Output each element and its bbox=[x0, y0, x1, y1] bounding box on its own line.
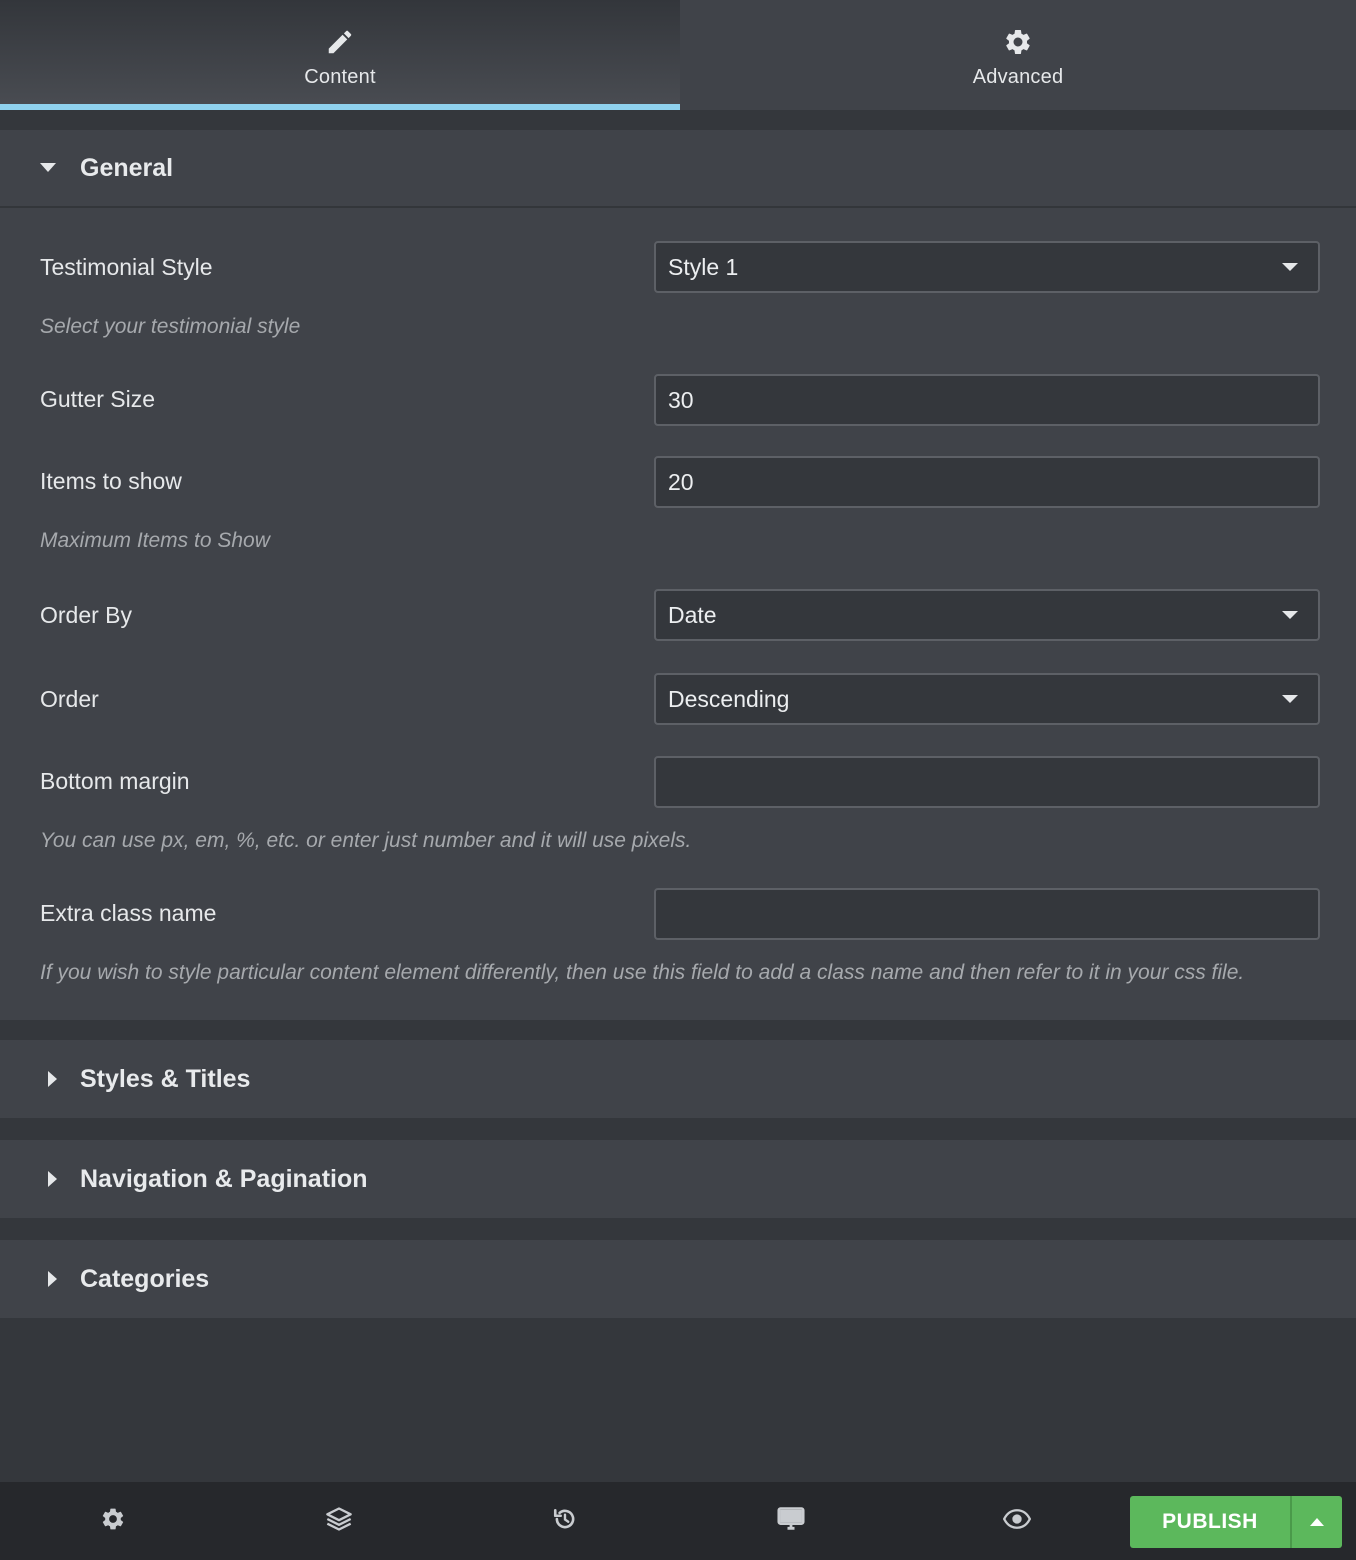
section-navigation-pagination[interactable]: Navigation & Pagination bbox=[0, 1140, 1356, 1218]
publish-group: PUBLISH bbox=[1130, 1496, 1342, 1548]
testimonial-style-label: Testimonial Style bbox=[40, 254, 213, 280]
order-by-label: Order By bbox=[40, 602, 133, 628]
gear-icon bbox=[100, 1506, 126, 1537]
testimonial-style-select[interactable]: Style 1 bbox=[654, 241, 1320, 293]
items-to-show-input[interactable]: 20 bbox=[654, 456, 1320, 508]
gear-icon bbox=[1002, 26, 1034, 58]
extra-class-label: Extra class name bbox=[40, 900, 217, 926]
chevron-down-icon bbox=[1282, 695, 1298, 703]
items-to-show-label: Items to show bbox=[40, 468, 182, 494]
order-label: Order bbox=[40, 686, 99, 712]
layers-icon bbox=[325, 1505, 353, 1538]
bottom-toolbar: PUBLISH bbox=[0, 1482, 1356, 1560]
gutter-size-label: Gutter Size bbox=[40, 386, 156, 412]
gutter-size-input[interactable]: 30 bbox=[654, 374, 1320, 426]
order-value: Descending bbox=[668, 685, 790, 712]
tab-advanced[interactable]: Advanced bbox=[680, 0, 1356, 110]
order-by-value: Date bbox=[668, 601, 717, 628]
items-to-show-value: 20 bbox=[668, 468, 694, 495]
history-icon bbox=[552, 1506, 578, 1537]
general-section-header[interactable]: General bbox=[0, 130, 1356, 208]
extra-class-hint: If you wish to style particular content … bbox=[40, 961, 1245, 984]
section-title: Styles & Titles bbox=[80, 1064, 251, 1093]
publish-options-button[interactable] bbox=[1290, 1496, 1342, 1548]
navigator-button[interactable] bbox=[309, 1482, 369, 1560]
caret-right-icon bbox=[40, 1271, 80, 1287]
order-select[interactable]: Descending bbox=[654, 673, 1320, 725]
preview-button[interactable] bbox=[987, 1482, 1047, 1560]
section-title: Categories bbox=[80, 1264, 210, 1293]
caret-up-icon bbox=[1310, 1513, 1324, 1531]
tab-content[interactable]: Content bbox=[0, 0, 680, 110]
tab-advanced-label: Advanced bbox=[972, 66, 1064, 88]
editor-tabs: Content Advanced bbox=[0, 0, 1356, 110]
caret-right-icon bbox=[40, 1171, 80, 1187]
chevron-down-icon bbox=[1282, 263, 1298, 271]
section-categories[interactable]: Categories bbox=[0, 1240, 1356, 1318]
testimonial-style-hint: Select your testimonial style bbox=[40, 315, 301, 338]
bottom-margin-label: Bottom margin bbox=[40, 768, 190, 794]
eye-icon bbox=[1002, 1508, 1032, 1535]
section-styles-titles[interactable]: Styles & Titles bbox=[0, 1040, 1356, 1118]
extra-class-input[interactable] bbox=[654, 888, 1320, 940]
history-button[interactable] bbox=[535, 1482, 595, 1560]
bottom-margin-input[interactable] bbox=[654, 756, 1320, 808]
bottom-margin-hint: You can use px, em, %, etc. or enter jus… bbox=[40, 829, 692, 852]
settings-button[interactable] bbox=[83, 1482, 143, 1560]
desktop-icon bbox=[777, 1506, 805, 1537]
chevron-down-icon bbox=[1282, 611, 1298, 619]
caret-right-icon bbox=[40, 1071, 80, 1087]
publish-button[interactable]: PUBLISH bbox=[1130, 1496, 1290, 1548]
caret-down-icon bbox=[40, 163, 80, 173]
order-by-select[interactable]: Date bbox=[654, 589, 1320, 641]
section-title: General bbox=[80, 153, 174, 182]
testimonial-style-value: Style 1 bbox=[668, 253, 739, 280]
section-title: Navigation & Pagination bbox=[80, 1164, 368, 1193]
tab-content-label: Content bbox=[304, 66, 376, 88]
pencil-icon bbox=[324, 26, 356, 58]
responsive-mode-button[interactable] bbox=[761, 1482, 821, 1560]
items-to-show-hint: Maximum Items to Show bbox=[40, 529, 270, 552]
gutter-size-value: 30 bbox=[668, 386, 694, 413]
